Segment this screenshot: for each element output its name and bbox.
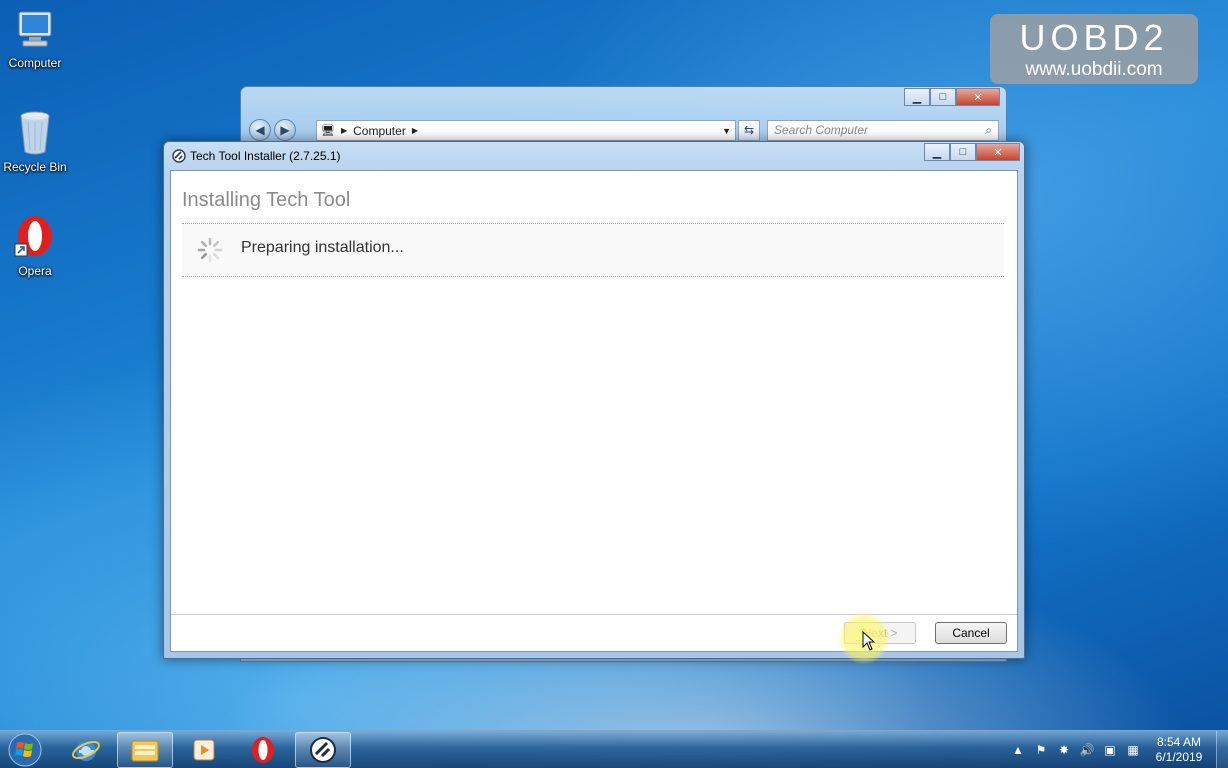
address-bar[interactable]: 🖥 ▶ Computer ▶ ▼: [316, 120, 736, 141]
tech-tool-app-icon: [172, 149, 186, 163]
installer-window[interactable]: Tech Tool Installer (2.7.25.1) ▁ □ ✕ Ins…: [163, 141, 1025, 659]
internet-explorer-icon: [72, 740, 100, 761]
media-player-icon: [193, 739, 215, 761]
taskbar: ▲ ⚑ ✸ 🔊 ▣ ▦ 8:54 AM 6/1/2019: [0, 730, 1228, 768]
show-desktop-button[interactable]: [1216, 731, 1228, 768]
opera-icon: [252, 737, 274, 763]
installer-content: Installing Tech Tool Preparing installat…: [170, 170, 1018, 652]
volume-icon[interactable]: 🔊: [1079, 742, 1095, 758]
close-button[interactable]: ✕: [956, 88, 1000, 106]
desktop-icon-label: Opera: [18, 264, 52, 278]
system-tray: ▲ ⚑ ✸ 🔊 ▣ ▦: [1010, 731, 1141, 768]
breadcrumb-arrow-icon: ▶: [411, 126, 418, 135]
cancel-button[interactable]: Cancel: [935, 622, 1007, 644]
watermark-logo: UOBD2 www.uobdii.com: [990, 14, 1198, 84]
clock-date: 6/1/2019: [1155, 750, 1203, 764]
minimize-button[interactable]: ▁: [924, 143, 950, 161]
clock-time: 8:54 AM: [1156, 735, 1202, 749]
folder-icon: [131, 740, 159, 762]
taskbar-internet-explorer[interactable]: [58, 732, 114, 768]
divider: [182, 276, 1004, 277]
page-title: Installing Tech Tool: [182, 189, 351, 211]
tech-tool-app-icon: [310, 737, 336, 763]
network-icon[interactable]: ✸: [1056, 742, 1072, 758]
desktop-icon-label: Recycle Bin: [3, 160, 67, 174]
status-text: Preparing installation...: [241, 239, 404, 256]
computer-small-icon: 🖥: [321, 125, 335, 137]
refresh-button[interactable]: ⇆: [738, 120, 760, 141]
watermark-url: www.uobdii.com: [1025, 59, 1163, 80]
opera-icon: [14, 216, 52, 257]
windows-orb-icon: [8, 733, 42, 767]
back-button[interactable]: ◀: [249, 119, 271, 141]
computer-icon: [18, 11, 52, 47]
maximize-button[interactable]: □: [950, 143, 976, 161]
search-input[interactable]: Search Computer ⌕: [767, 120, 999, 141]
taskbar-windows-explorer[interactable]: [117, 732, 173, 768]
installer-caption-buttons: ▁ □ ✕: [924, 143, 1020, 161]
breadcrumb-arrow-icon: ▶: [340, 126, 348, 135]
taskbar-opera[interactable]: [235, 732, 291, 768]
show-hidden-icons-icon[interactable]: ▲: [1010, 742, 1026, 758]
explorer-nav: ◀ ▶: [249, 119, 299, 141]
close-button[interactable]: ✕: [976, 143, 1020, 161]
desktop-icon-recycle-bin[interactable]: Recycle Bin: [0, 110, 75, 174]
maximize-button[interactable]: □: [930, 88, 956, 106]
loading-spinner-icon: [197, 237, 223, 263]
taskbar-clock[interactable]: 8:54 AM 6/1/2019: [1148, 735, 1210, 765]
minimize-button[interactable]: ▁: [904, 88, 930, 106]
mouse-cursor-icon: [862, 631, 876, 651]
desktop-icon-computer[interactable]: Computer: [0, 8, 75, 70]
watermark-brand: UOBD2: [1019, 17, 1169, 58]
recycle-bin-icon: [20, 111, 50, 155]
taskbar-media-player[interactable]: [176, 732, 232, 768]
button-bar: Next > Cancel: [171, 614, 1017, 651]
device-icon[interactable]: ▣: [1102, 742, 1118, 758]
window-title: Tech Tool Installer (2.7.25.1): [190, 149, 341, 163]
chevron-down-icon[interactable]: ▼: [722, 126, 731, 136]
notification-icon[interactable]: ▦: [1125, 742, 1141, 758]
taskbar-tech-tool[interactable]: [295, 732, 351, 768]
desktop-icon-label: Computer: [8, 56, 62, 70]
desktop-icon-opera[interactable]: Opera: [0, 214, 75, 278]
breadcrumb-computer[interactable]: Computer: [353, 124, 406, 138]
action-center-flag-icon[interactable]: ⚑: [1033, 742, 1049, 758]
status-row: Preparing installation...: [182, 224, 1004, 276]
explorer-caption-buttons: ▁ □ ✕: [904, 88, 1000, 106]
forward-button[interactable]: ▶: [274, 119, 296, 141]
search-placeholder: Search Computer: [774, 123, 869, 137]
start-button[interactable]: [5, 732, 45, 768]
search-icon: ⌕: [985, 123, 992, 137]
